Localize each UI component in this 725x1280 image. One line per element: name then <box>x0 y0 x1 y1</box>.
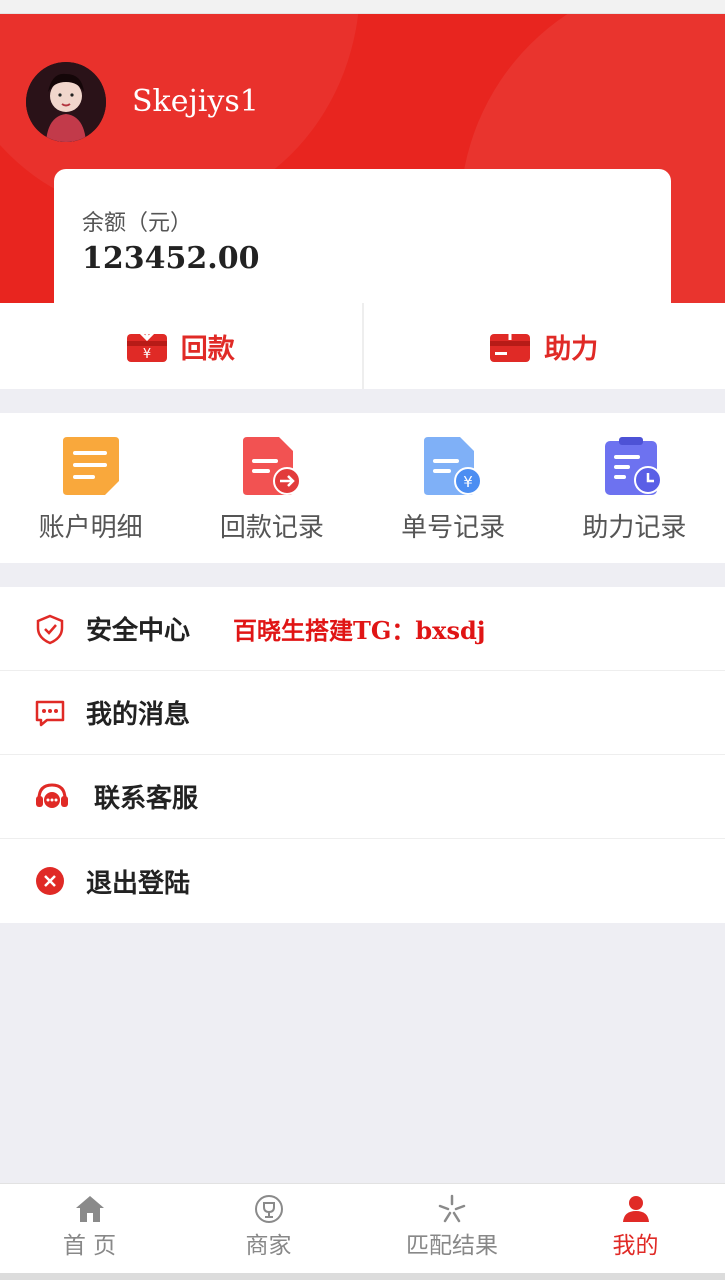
menu-label: 我的消息 <box>86 700 191 730</box>
avatar[interactable] <box>26 62 106 142</box>
order-record-icon: ¥ <box>424 437 483 495</box>
menu-label: 联系客服 <box>94 784 199 814</box>
user-icon <box>622 1196 649 1222</box>
assist-record-icon <box>605 437 663 495</box>
tab-mine[interactable]: 我的 <box>546 1184 725 1273</box>
order-record-item[interactable]: ¥ 单号记录 <box>363 413 544 563</box>
tab-label: 商家 <box>245 1233 292 1259</box>
order-record-label: 单号记录 <box>401 513 506 543</box>
account-detail-label: 账户明细 <box>38 513 143 543</box>
wallet-out-icon <box>490 324 531 366</box>
menu-label: 退出登陆 <box>86 868 191 899</box>
match-icon <box>438 1194 466 1223</box>
menu-contact-service[interactable]: 联系客服 <box>0 755 725 839</box>
account-detail-item[interactable]: 账户明细 <box>0 413 181 563</box>
assist-button[interactable]: 助力 <box>361 303 725 389</box>
menu-label: 安全中心 <box>86 616 191 646</box>
account-detail-icon <box>62 437 119 495</box>
assist-label: 助力 <box>544 333 599 365</box>
menu-my-messages[interactable]: 我的消息 <box>0 671 725 755</box>
assist-record-item[interactable]: 助力记录 <box>544 413 725 563</box>
tab-label: 我的 <box>612 1233 659 1259</box>
tab-label: 首 页 <box>62 1233 117 1259</box>
menu-list: 安全中心 百晓生搭建TG：bxsdj 我的消息 联系客服 退出登陆 <box>0 587 725 923</box>
payment-record-label: 回款记录 <box>219 513 324 543</box>
tab-label: 匹配结果 <box>406 1233 499 1259</box>
username: Skejiys1 <box>132 84 259 119</box>
menu-logout[interactable]: 退出登陆 <box>0 839 725 923</box>
payment-record-icon <box>242 437 301 495</box>
wallet-in-icon: ¥ <box>126 326 167 366</box>
svg-text:¥: ¥ <box>463 473 473 491</box>
status-bar <box>0 0 725 14</box>
bottom-tab-bar: 首 页 商家 匹配结果 我的 <box>0 1183 725 1273</box>
svg-text:¥: ¥ <box>143 347 151 362</box>
home-indicator-bar <box>0 1273 725 1280</box>
shield-icon <box>36 614 64 645</box>
tab-home[interactable]: 首 页 <box>0 1184 179 1273</box>
action-bar: ¥ 回款 助力 <box>0 303 725 389</box>
payment-label: 回款 <box>180 333 235 365</box>
trophy-icon <box>254 1195 283 1223</box>
payment-record-item[interactable]: 回款记录 <box>181 413 362 563</box>
menu-security-center[interactable]: 安全中心 百晓生搭建TG：bxsdj <box>0 587 725 671</box>
record-grid: 账户明细 回款记录 ¥ 单号记录 助力记录 <box>0 413 725 563</box>
headset-icon <box>36 783 68 808</box>
balance-card: 余额（元） 123452.00 <box>54 169 671 303</box>
tab-match-results[interactable]: 匹配结果 <box>358 1184 546 1273</box>
payment-button[interactable]: ¥ 回款 <box>0 303 362 389</box>
balance-value: 123452.00 <box>82 241 260 276</box>
tab-merchant[interactable]: 商家 <box>179 1184 358 1273</box>
assist-record-label: 助力记录 <box>582 513 687 543</box>
logout-icon <box>36 867 64 895</box>
home-icon <box>75 1196 104 1222</box>
message-icon <box>35 700 65 727</box>
promo-text: 百晓生搭建TG：bxsdj <box>233 616 486 645</box>
balance-label: 余额（元） <box>82 211 193 236</box>
